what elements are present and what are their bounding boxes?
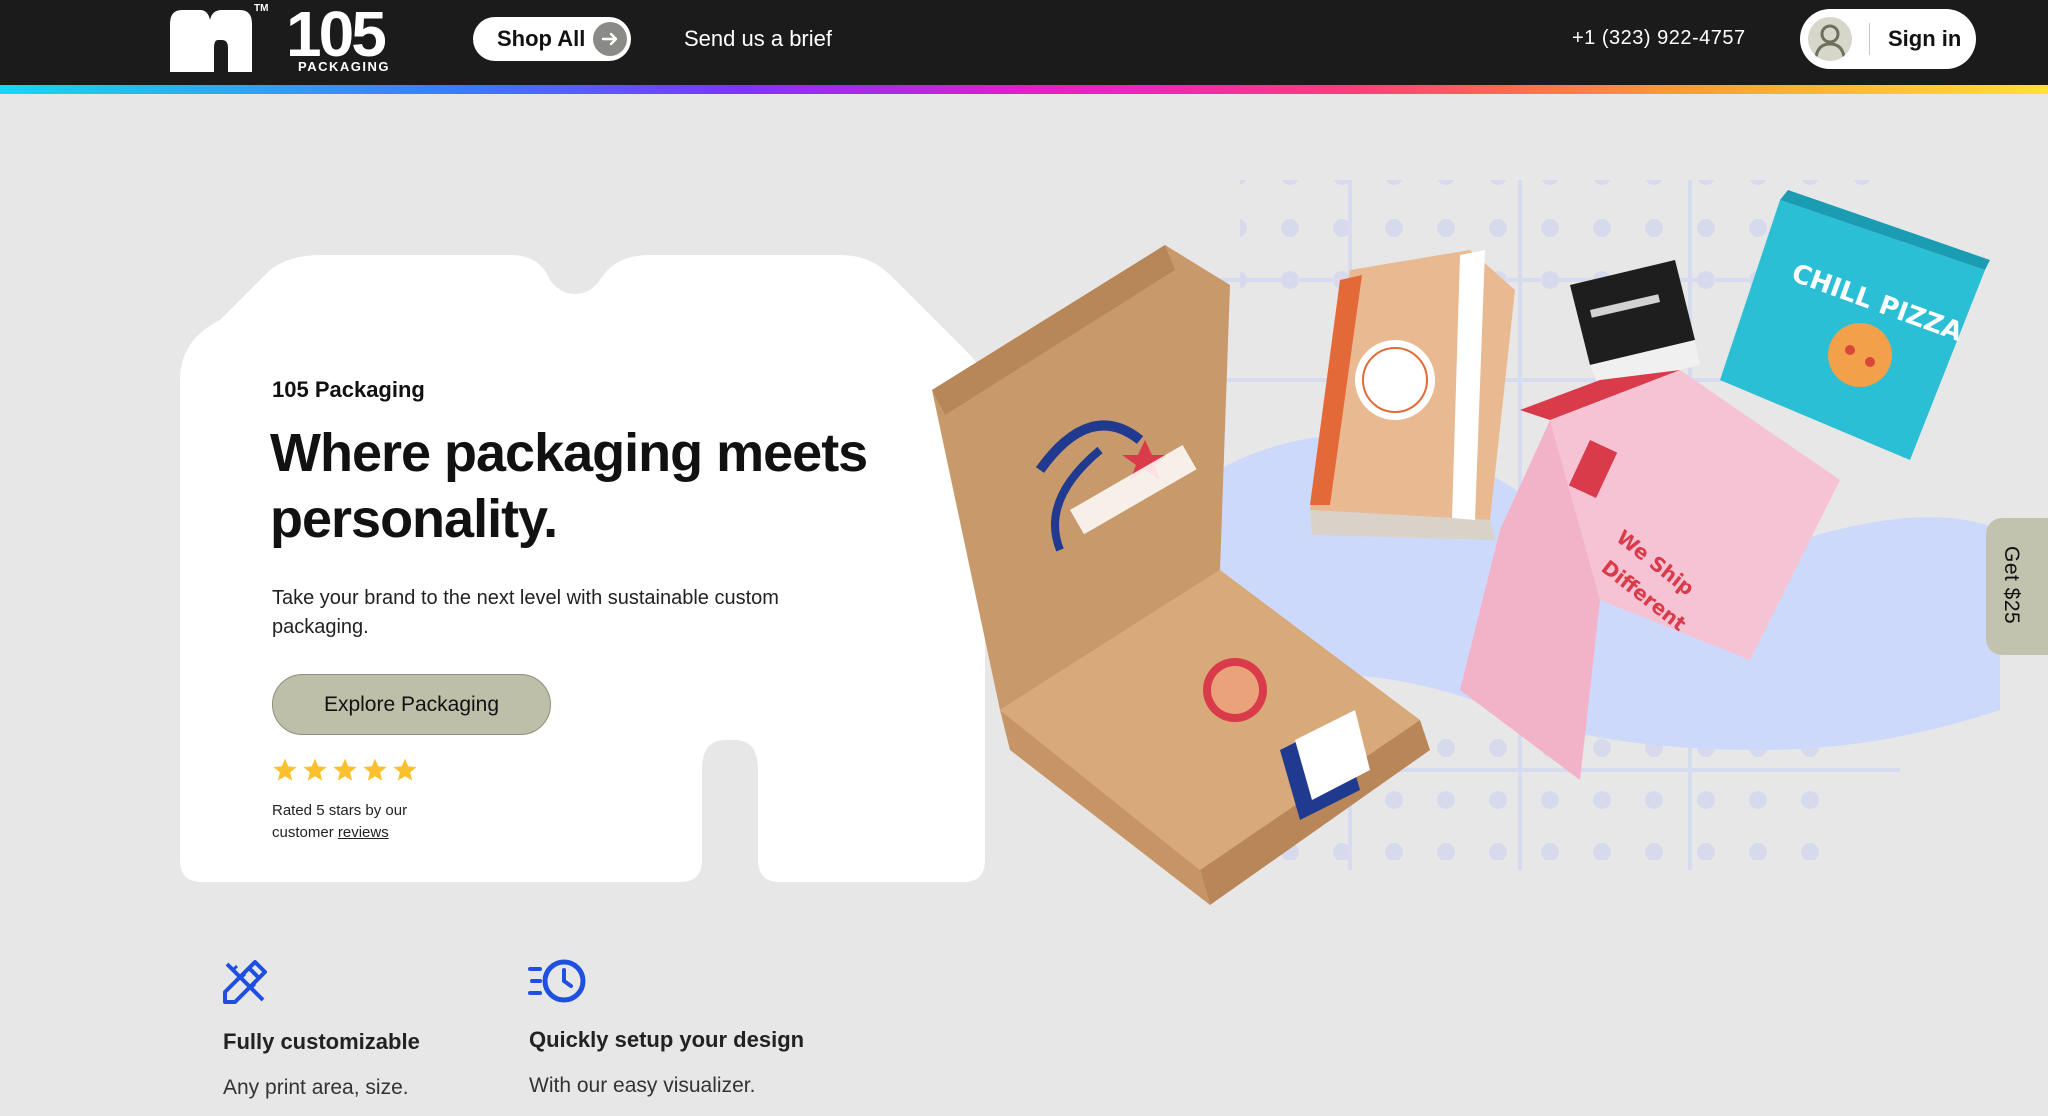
star-icon <box>333 758 357 781</box>
hero-illustration: CHILL PIZZA We Ship Different <box>932 180 2000 905</box>
logo-trademark: TM <box>254 3 269 14</box>
logo-icon[interactable] <box>166 4 255 74</box>
hero-title: Where packaging meets personality. <box>270 423 868 549</box>
rating-text: Rated 5 stars by our customer reviews <box>272 800 472 844</box>
hero-card <box>180 255 985 882</box>
sign-in-label: Sign in <box>1888 26 1962 51</box>
shop-all-button[interactable]: Shop All <box>473 17 631 61</box>
star-icon <box>363 758 387 781</box>
divider <box>1869 23 1870 55</box>
hero-description: Take your brand to the next level with s… <box>272 587 779 638</box>
feature-title-customizable: Fully customizable <box>223 1029 420 1054</box>
hero-kicker: 105 Packaging <box>272 377 425 402</box>
user-avatar-icon <box>1808 17 1852 61</box>
get-25-label: Get $25 <box>2000 546 2023 625</box>
shop-all-label: Shop All <box>497 26 586 51</box>
star-icon <box>273 758 297 781</box>
sign-in-button[interactable]: Sign in <box>1800 9 1976 69</box>
star-icon <box>303 758 327 781</box>
feature-title-setup: Quickly setup your design <box>529 1027 805 1052</box>
logo-subtitle: PACKAGING <box>298 59 390 74</box>
rating-stars <box>272 757 418 783</box>
reviews-link[interactable]: reviews <box>338 824 389 841</box>
feature-desc-customizable: Any print area, size. <box>223 1076 409 1099</box>
arrow-right-icon <box>593 22 627 56</box>
star-icon <box>393 758 417 781</box>
top-navigation: TM 105 PACKAGING Shop All Send us a brie… <box>0 0 2048 85</box>
rainbow-divider <box>0 85 2048 94</box>
send-brief-link[interactable]: Send us a brief <box>684 26 832 52</box>
fast-clock-icon <box>528 959 586 1003</box>
explore-packaging-button[interactable]: Explore Packaging <box>272 674 551 735</box>
pencil-ruler-icon <box>223 960 267 1004</box>
phone-number[interactable]: +1 (323) 922-4757 <box>1572 27 1746 50</box>
get-25-tab[interactable]: Get $25 <box>1986 518 2048 655</box>
feature-desc-setup: With our easy visualizer. <box>529 1074 756 1097</box>
smith-doe-box <box>1310 250 1515 540</box>
